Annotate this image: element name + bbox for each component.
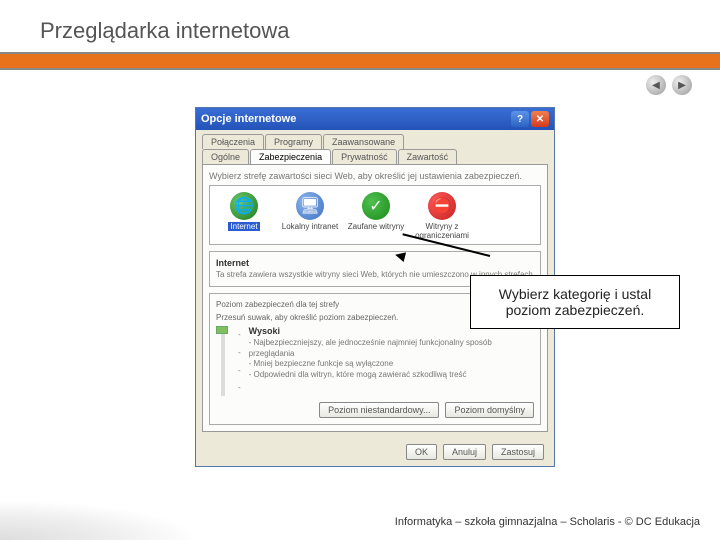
slide-title: Przeglądarka internetowa	[0, 0, 720, 52]
zone-trusted-sites[interactable]: ✓ Zaufane witryny	[346, 192, 406, 240]
slider-tick: -	[238, 379, 241, 396]
bullet: - Odpowiedni dla witryn, które mogą zawi…	[249, 370, 534, 380]
no-entry-icon: ⛔	[428, 192, 456, 220]
accent-bar	[0, 54, 720, 68]
ok-button[interactable]: OK	[406, 444, 437, 460]
zone-restricted-sites[interactable]: ⛔ Witryny z ograniczeniami	[412, 192, 472, 240]
zone-label: Zaufane witryny	[348, 222, 404, 231]
security-level-bullets: - Najbezpieczniejszy, ale jednocześnie n…	[249, 338, 534, 380]
security-slider[interactable]	[221, 326, 225, 396]
close-icon[interactable]: ✕	[531, 111, 549, 127]
tab-programs[interactable]: Programy	[265, 134, 322, 149]
check-icon: ✓	[362, 192, 390, 220]
default-level-button[interactable]: Poziom domyślny	[445, 402, 534, 418]
titlebar[interactable]: Opcje internetowe ? ✕	[196, 108, 554, 130]
slider-tick: -	[238, 344, 241, 361]
tab-content[interactable]: Zawartość	[398, 149, 458, 164]
zone-label: Lokalny intranet	[282, 222, 338, 231]
apply-button[interactable]: Zastosuj	[492, 444, 544, 460]
prev-icon[interactable]: ◀	[646, 75, 666, 95]
slider-tick: -	[238, 326, 241, 343]
cancel-button[interactable]: Anuluj	[443, 444, 486, 460]
tabs: Połączenia Programy Zaawansowane Ogólne …	[196, 130, 554, 164]
dialog-title: Opcje internetowe	[201, 113, 296, 125]
slider-tick: -	[238, 362, 241, 379]
tab-security[interactable]: Zabezpieczenia	[250, 149, 331, 164]
globe-icon: 🌐	[230, 192, 258, 220]
zone-label: Internet	[228, 222, 259, 231]
dialog-buttons: OK Anuluj Zastosuj	[196, 438, 554, 466]
tab-connections[interactable]: Połączenia	[202, 134, 264, 149]
next-icon[interactable]: ▶	[672, 75, 692, 95]
slider-thumb-icon[interactable]	[216, 326, 228, 334]
zone-internet[interactable]: 🌐 Internet	[214, 192, 274, 240]
custom-level-button[interactable]: Poziom niestandardowy...	[319, 402, 439, 418]
zone-selector: 🌐 Internet 🖥 Lokalny intranet ✓ Zaufane …	[209, 185, 541, 245]
nav-arrows: ◀ ▶	[646, 75, 692, 95]
help-icon[interactable]: ?	[511, 111, 529, 127]
divider-bottom	[0, 68, 720, 70]
computer-icon: 🖥	[296, 192, 324, 220]
tab-privacy[interactable]: Prywatność	[332, 149, 397, 164]
tab-general[interactable]: Ogólne	[202, 149, 249, 164]
footer-decoration	[0, 500, 200, 540]
footer-text: Informatyka – szkoła gimnazjalna – Schol…	[395, 516, 700, 528]
bullet: - Najbezpieczniejszy, ale jednocześnie n…	[249, 338, 534, 359]
zone-local-intranet[interactable]: 🖥 Lokalny intranet	[280, 192, 340, 240]
tab-advanced[interactable]: Zaawansowane	[323, 134, 404, 149]
bullet: - Mniej bezpieczne funkcje są wyłączone	[249, 359, 534, 369]
zone-detail-heading: Internet	[216, 258, 534, 268]
callout-box: Wybierz kategorię i ustal poziom zabezpi…	[470, 275, 680, 329]
zone-instruction: Wybierz strefę zawartości sieci Web, aby…	[209, 171, 541, 181]
